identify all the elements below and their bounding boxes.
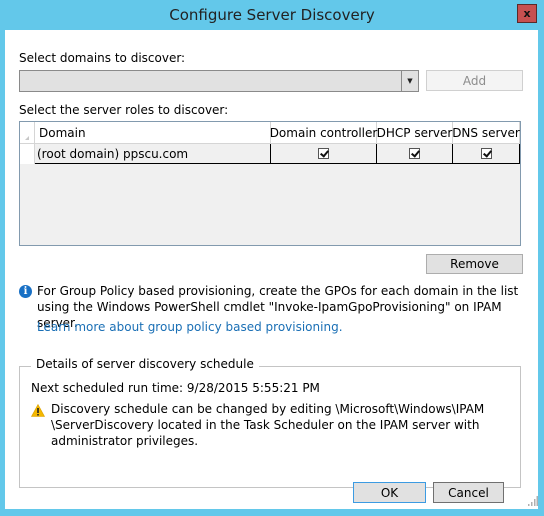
cancel-button[interactable]: Cancel: [433, 482, 504, 503]
dns-server-checkbox[interactable]: [480, 148, 492, 159]
ok-button[interactable]: OK: [353, 482, 426, 503]
domain-cell[interactable]: (root domain) ppscu.com: [35, 144, 271, 164]
roles-label: Select the server roles to discover:: [19, 103, 229, 117]
schedule-group-title: Details of server discovery schedule: [31, 357, 259, 371]
next-run-time: Next scheduled run time: 9/28/2015 5:55:…: [31, 381, 320, 395]
grid-header: Domain Domain controller DHCP server DNS…: [20, 122, 520, 144]
add-button-label: Add: [462, 73, 487, 88]
window-title: Configure Server Discovery: [169, 6, 375, 24]
info-icon: i: [19, 285, 32, 298]
ok-button-label: OK: [380, 485, 399, 500]
title-bar: Configure Server Discovery x: [0, 0, 544, 30]
domain-controller-cell: [271, 144, 377, 164]
resize-grip-icon[interactable]: [528, 496, 538, 506]
dialog-body: Select domains to discover: ▼ Add Select…: [5, 30, 538, 509]
add-button[interactable]: Add: [426, 70, 523, 91]
dns-server-cell: [453, 144, 520, 164]
column-header-dns-server[interactable]: DNS server: [452, 122, 520, 143]
select-all-corner[interactable]: [20, 122, 35, 144]
learn-more-link[interactable]: Learn more about group policy based prov…: [37, 320, 343, 334]
schedule-warning-text: Discovery schedule can be changed by edi…: [51, 402, 485, 448]
row-header[interactable]: [20, 144, 35, 164]
remove-button[interactable]: Remove: [426, 254, 523, 274]
close-icon: x: [523, 7, 531, 20]
warning-icon: [31, 404, 45, 417]
domains-dropdown[interactable]: ▼: [19, 70, 419, 92]
column-header-domain[interactable]: Domain: [35, 122, 271, 143]
domain-controller-checkbox[interactable]: [318, 148, 329, 159]
server-roles-grid[interactable]: Domain Domain controller DHCP server DNS…: [19, 121, 521, 246]
column-header-dhcp-server[interactable]: DHCP server: [377, 122, 453, 143]
cancel-button-label: Cancel: [448, 485, 489, 500]
table-row[interactable]: (root domain) ppscu.com: [20, 144, 520, 164]
column-header-domain-controller[interactable]: Domain controller: [270, 122, 377, 143]
dhcp-server-cell: [377, 144, 453, 164]
domains-label: Select domains to discover:: [19, 51, 186, 65]
remove-button-label: Remove: [450, 257, 499, 271]
dhcp-server-checkbox[interactable]: [409, 148, 420, 159]
close-button[interactable]: x: [517, 4, 537, 23]
chevron-down-icon[interactable]: ▼: [401, 71, 418, 91]
